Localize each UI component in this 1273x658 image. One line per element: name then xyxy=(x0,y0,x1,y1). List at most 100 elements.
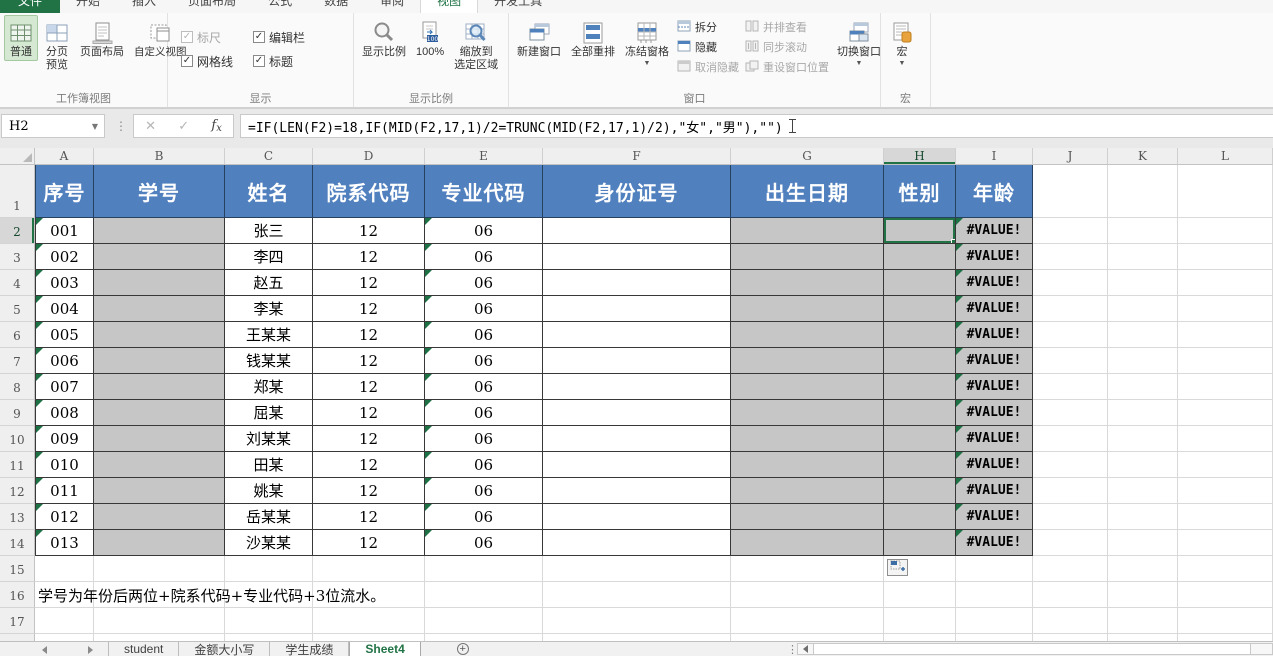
column-header-B[interactable]: B xyxy=(94,148,225,165)
formula-bar-checkbox[interactable]: 编辑栏 xyxy=(253,29,331,46)
cell-I4[interactable]: #VALUE! xyxy=(956,270,1033,296)
cell-J2[interactable] xyxy=(1033,218,1108,244)
cell-L11[interactable] xyxy=(1178,452,1273,478)
cell-G5[interactable] xyxy=(731,296,884,322)
cell-F15[interactable] xyxy=(543,556,731,582)
cell-D13[interactable]: 12 xyxy=(313,504,425,530)
gridlines-checkbox[interactable]: 网格线 xyxy=(181,53,253,70)
cell-D1[interactable]: 院系代码 xyxy=(313,165,425,218)
ruler-checkbox[interactable]: 标尺 xyxy=(181,29,253,46)
name-box[interactable]: H2 ▼ xyxy=(1,114,105,138)
cell-E18[interactable] xyxy=(425,634,543,641)
cell-F2[interactable] xyxy=(543,218,731,244)
cell-K11[interactable] xyxy=(1108,452,1178,478)
cell-F8[interactable] xyxy=(543,374,731,400)
cell-E12[interactable]: 06 xyxy=(425,478,543,504)
cell-H2[interactable] xyxy=(884,218,956,244)
cell-L7[interactable] xyxy=(1178,348,1273,374)
tab-page-layout[interactable]: 页面布局 xyxy=(172,0,252,13)
cell-B3[interactable] xyxy=(94,244,225,270)
column-header-A[interactable]: A xyxy=(35,148,94,165)
cell-J15[interactable] xyxy=(1033,556,1108,582)
column-header-E[interactable]: E xyxy=(425,148,543,165)
row-header-18[interactable]: 18 xyxy=(0,634,35,641)
cell-I11[interactable]: #VALUE! xyxy=(956,452,1033,478)
cell-B10[interactable] xyxy=(94,426,225,452)
row-header-14[interactable]: 14 xyxy=(0,530,35,556)
cell-G17[interactable] xyxy=(731,608,884,634)
horizontal-scrollbar[interactable] xyxy=(797,643,1273,655)
new-window-button[interactable]: 新建窗口 xyxy=(513,15,565,61)
cell-J12[interactable] xyxy=(1033,478,1108,504)
cell-I15[interactable] xyxy=(956,556,1033,582)
tab-data[interactable]: 数据 xyxy=(308,0,364,13)
cell-I10[interactable]: #VALUE! xyxy=(956,426,1033,452)
cell-C9[interactable]: 屈某 xyxy=(225,400,313,426)
row-header-3[interactable]: 3 xyxy=(0,244,35,270)
cell-L5[interactable] xyxy=(1178,296,1273,322)
row-header-6[interactable]: 6 xyxy=(0,322,35,348)
cell-L12[interactable] xyxy=(1178,478,1273,504)
cell-H9[interactable] xyxy=(884,400,956,426)
cell-I1[interactable]: 年龄 xyxy=(956,165,1033,218)
cell-E10[interactable]: 06 xyxy=(425,426,543,452)
cell-A6[interactable]: 005 xyxy=(35,322,94,348)
zoom-100-button[interactable]: 100 100% xyxy=(412,15,448,61)
cell-H8[interactable] xyxy=(884,374,956,400)
cell-A2[interactable]: 001 xyxy=(35,218,94,244)
cell-E14[interactable]: 06 xyxy=(425,530,543,556)
cell-D2[interactable]: 12 xyxy=(313,218,425,244)
cell-G7[interactable] xyxy=(731,348,884,374)
cell-B8[interactable] xyxy=(94,374,225,400)
page-layout-view-button[interactable]: 页面布局 xyxy=(76,15,128,61)
cell-J17[interactable] xyxy=(1033,608,1108,634)
cell-H3[interactable] xyxy=(884,244,956,270)
cell-G10[interactable] xyxy=(731,426,884,452)
cell-E17[interactable] xyxy=(425,608,543,634)
cell-G6[interactable] xyxy=(731,322,884,348)
cell-A5[interactable]: 004 xyxy=(35,296,94,322)
cell-L1[interactable] xyxy=(1178,165,1273,218)
column-header-C[interactable]: C xyxy=(225,148,313,165)
cell-B1[interactable]: 学号 xyxy=(94,165,225,218)
column-header-K[interactable]: K xyxy=(1108,148,1178,165)
cell-J9[interactable] xyxy=(1033,400,1108,426)
cell-G13[interactable] xyxy=(731,504,884,530)
row-header-9[interactable]: 9 xyxy=(0,400,35,426)
cell-A10[interactable]: 009 xyxy=(35,426,94,452)
cell-B13[interactable] xyxy=(94,504,225,530)
cell-J5[interactable] xyxy=(1033,296,1108,322)
cell-B7[interactable] xyxy=(94,348,225,374)
column-header-J[interactable]: J xyxy=(1033,148,1108,165)
synchronous-scrolling-button[interactable]: 同步滚动 xyxy=(745,37,829,57)
cell-L17[interactable] xyxy=(1178,608,1273,634)
cell-F13[interactable] xyxy=(543,504,731,530)
cell-D3[interactable]: 12 xyxy=(313,244,425,270)
cell-I12[interactable]: #VALUE! xyxy=(956,478,1033,504)
tab-review[interactable]: 审阅 xyxy=(364,0,420,13)
cell-L13[interactable] xyxy=(1178,504,1273,530)
cell-C1[interactable]: 姓名 xyxy=(225,165,313,218)
cell-J1[interactable] xyxy=(1033,165,1108,218)
tab-developer[interactable]: 开发工具 xyxy=(478,0,558,13)
cell-F9[interactable] xyxy=(543,400,731,426)
cell-A4[interactable]: 003 xyxy=(35,270,94,296)
cell-J11[interactable] xyxy=(1033,452,1108,478)
cell-K1[interactable] xyxy=(1108,165,1178,218)
cell-L4[interactable] xyxy=(1178,270,1273,296)
cell-C14[interactable]: 沙某某 xyxy=(225,530,313,556)
cell-K9[interactable] xyxy=(1108,400,1178,426)
cell-F12[interactable] xyxy=(543,478,731,504)
cell-B6[interactable] xyxy=(94,322,225,348)
hide-button[interactable]: 隐藏 xyxy=(677,37,739,57)
cell-G15[interactable] xyxy=(731,556,884,582)
cell-H7[interactable] xyxy=(884,348,956,374)
cell-C2[interactable]: 张三 xyxy=(225,218,313,244)
cell-F4[interactable] xyxy=(543,270,731,296)
page-break-preview-button[interactable]: 分页预览 xyxy=(40,15,74,74)
cell-E2[interactable]: 06 xyxy=(425,218,543,244)
cell-D4[interactable]: 12 xyxy=(313,270,425,296)
cell-L2[interactable] xyxy=(1178,218,1273,244)
cell-B12[interactable] xyxy=(94,478,225,504)
cell-G14[interactable] xyxy=(731,530,884,556)
